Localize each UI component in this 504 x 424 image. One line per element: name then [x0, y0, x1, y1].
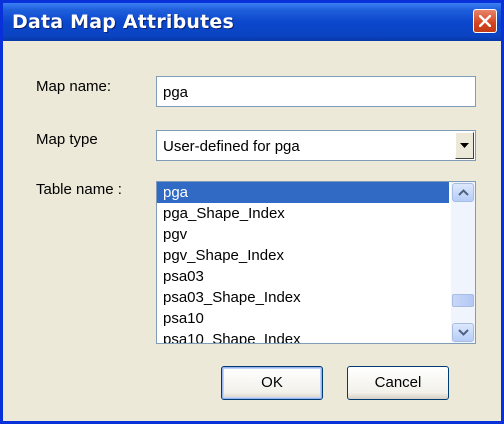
close-button[interactable]: [473, 9, 497, 33]
map-type-value: User-defined for pga: [163, 138, 300, 155]
table-name-item[interactable]: pga: [157, 182, 449, 203]
table-name-item[interactable]: psa03: [157, 266, 449, 287]
arrow-up-icon: [458, 189, 469, 196]
table-name-item[interactable]: psa10_Shape_Index: [157, 329, 449, 343]
chevron-down-icon: [460, 143, 469, 148]
table-name-item[interactable]: pgv_Shape_Index: [157, 245, 449, 266]
table-name-list[interactable]: pga pga_Shape_Index pgv pgv_Shape_Index psa0…: [156, 181, 476, 344]
map-type-dropdown-button[interactable]: [455, 132, 474, 159]
map-name-field[interactable]: pga: [156, 76, 476, 107]
map-type-select[interactable]: User-defined for pga: [156, 130, 476, 161]
close-icon: [479, 15, 491, 27]
table-name-item[interactable]: pga_Shape_Index: [157, 203, 449, 224]
data-map-attributes-dialog: Data Map Attributes Map name: pga Map ty…: [0, 0, 504, 424]
map-name-label: Map name:: [36, 78, 112, 95]
ok-button[interactable]: OK: [221, 366, 323, 400]
arrow-down-icon: [458, 329, 469, 336]
map-type-label: Map type: [36, 131, 98, 148]
table-name-item[interactable]: psa03_Shape_Index: [157, 287, 449, 308]
window-title: Data Map Attributes: [12, 11, 235, 33]
table-name-items: pga pga_Shape_Index pgv pgv_Shape_Index psa0…: [157, 182, 449, 343]
scroll-thumb[interactable]: [452, 294, 474, 307]
scroll-up-button[interactable]: [452, 183, 474, 202]
table-name-item[interactable]: psa10: [157, 308, 449, 329]
table-name-item[interactable]: pgv: [157, 224, 449, 245]
table-name-label: Table name :: [36, 181, 122, 198]
vertical-scrollbar[interactable]: [451, 182, 475, 343]
title-bar[interactable]: Data Map Attributes: [3, 3, 501, 41]
cancel-button[interactable]: Cancel: [347, 366, 449, 400]
scroll-down-button[interactable]: [452, 323, 474, 342]
